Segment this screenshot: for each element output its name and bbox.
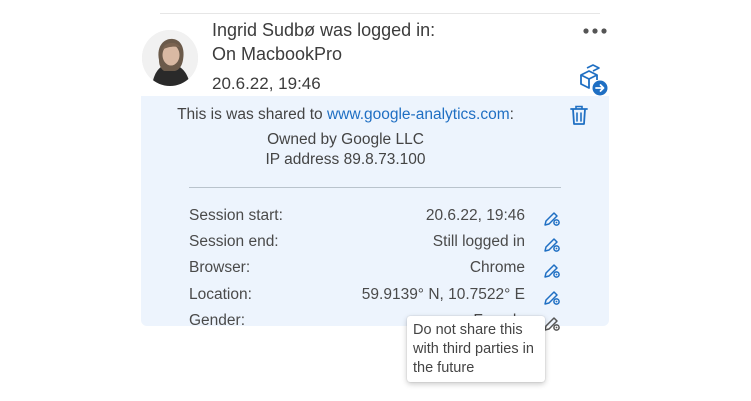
detail-row-location: Location: 59.9139° N, 10.7522° E — [189, 286, 561, 308]
edit-browser-button[interactable] — [543, 261, 561, 279]
detail-value: Still logged in — [432, 233, 525, 250]
owner-line: Owned by Google LLC — [267, 131, 424, 148]
detail-row-browser: Browser: Chrome — [189, 259, 561, 281]
edit-settings-icon — [544, 212, 560, 226]
user-photo — [142, 30, 198, 86]
shared-to-prefix: This is was shared to — [177, 106, 327, 123]
shared-to-suffix: : — [509, 106, 514, 123]
detail-label: Browser: — [189, 259, 251, 276]
edit-settings-icon — [544, 238, 560, 252]
avatar — [142, 30, 198, 86]
detail-row-session-end: Session end: Still logged in — [189, 233, 561, 255]
edit-session-start-button[interactable] — [543, 209, 561, 227]
delete-share-button[interactable] — [569, 104, 589, 126]
trash-icon — [570, 105, 588, 125]
edit-settings-icon — [544, 291, 560, 305]
login-timestamp: 20.6.22, 19:46 — [212, 74, 321, 93]
detail-value: 59.9139° N, 10.7522° E — [361, 286, 525, 303]
detail-label: Location: — [189, 286, 252, 303]
detail-value: 20.6.22, 19:46 — [425, 207, 525, 224]
shared-data-button[interactable] — [576, 64, 610, 98]
login-event-card: Ingrid Sudbø was logged in: On MacbookPr… — [141, 14, 610, 331]
detail-row-session-start: Session start: 20.6.22, 19:46 — [189, 207, 561, 229]
more-options-button[interactable] — [583, 18, 607, 38]
detail-label: Session start: — [189, 207, 283, 224]
login-device-line: On MacbookPro — [212, 44, 343, 64]
edit-settings-icon — [544, 317, 560, 331]
detail-label: Session end: — [189, 233, 279, 250]
sharing-details-panel: This is was shared to www.google-analyti… — [141, 96, 609, 331]
details-divider — [189, 187, 561, 188]
ip-address-line: IP address 89.8.73.100 — [265, 151, 426, 168]
login-user-line: Ingrid Sudbø was logged in: — [212, 20, 436, 40]
detail-label: Gender: — [189, 312, 246, 329]
shared-to-line: This is was shared to www.google-analyti… — [141, 106, 550, 124]
shared-to-link[interactable]: www.google-analytics.com — [327, 106, 510, 123]
edit-location-button[interactable] — [543, 288, 561, 306]
more-horizontal-icon — [583, 28, 607, 34]
share-out-icon — [580, 64, 608, 96]
edit-gender-button[interactable] — [543, 314, 561, 332]
edit-tooltip: Do not share this with third parties in … — [407, 316, 545, 382]
edit-session-end-button[interactable] — [543, 235, 561, 253]
edit-settings-icon — [544, 264, 560, 278]
detail-value: Chrome — [469, 259, 525, 276]
